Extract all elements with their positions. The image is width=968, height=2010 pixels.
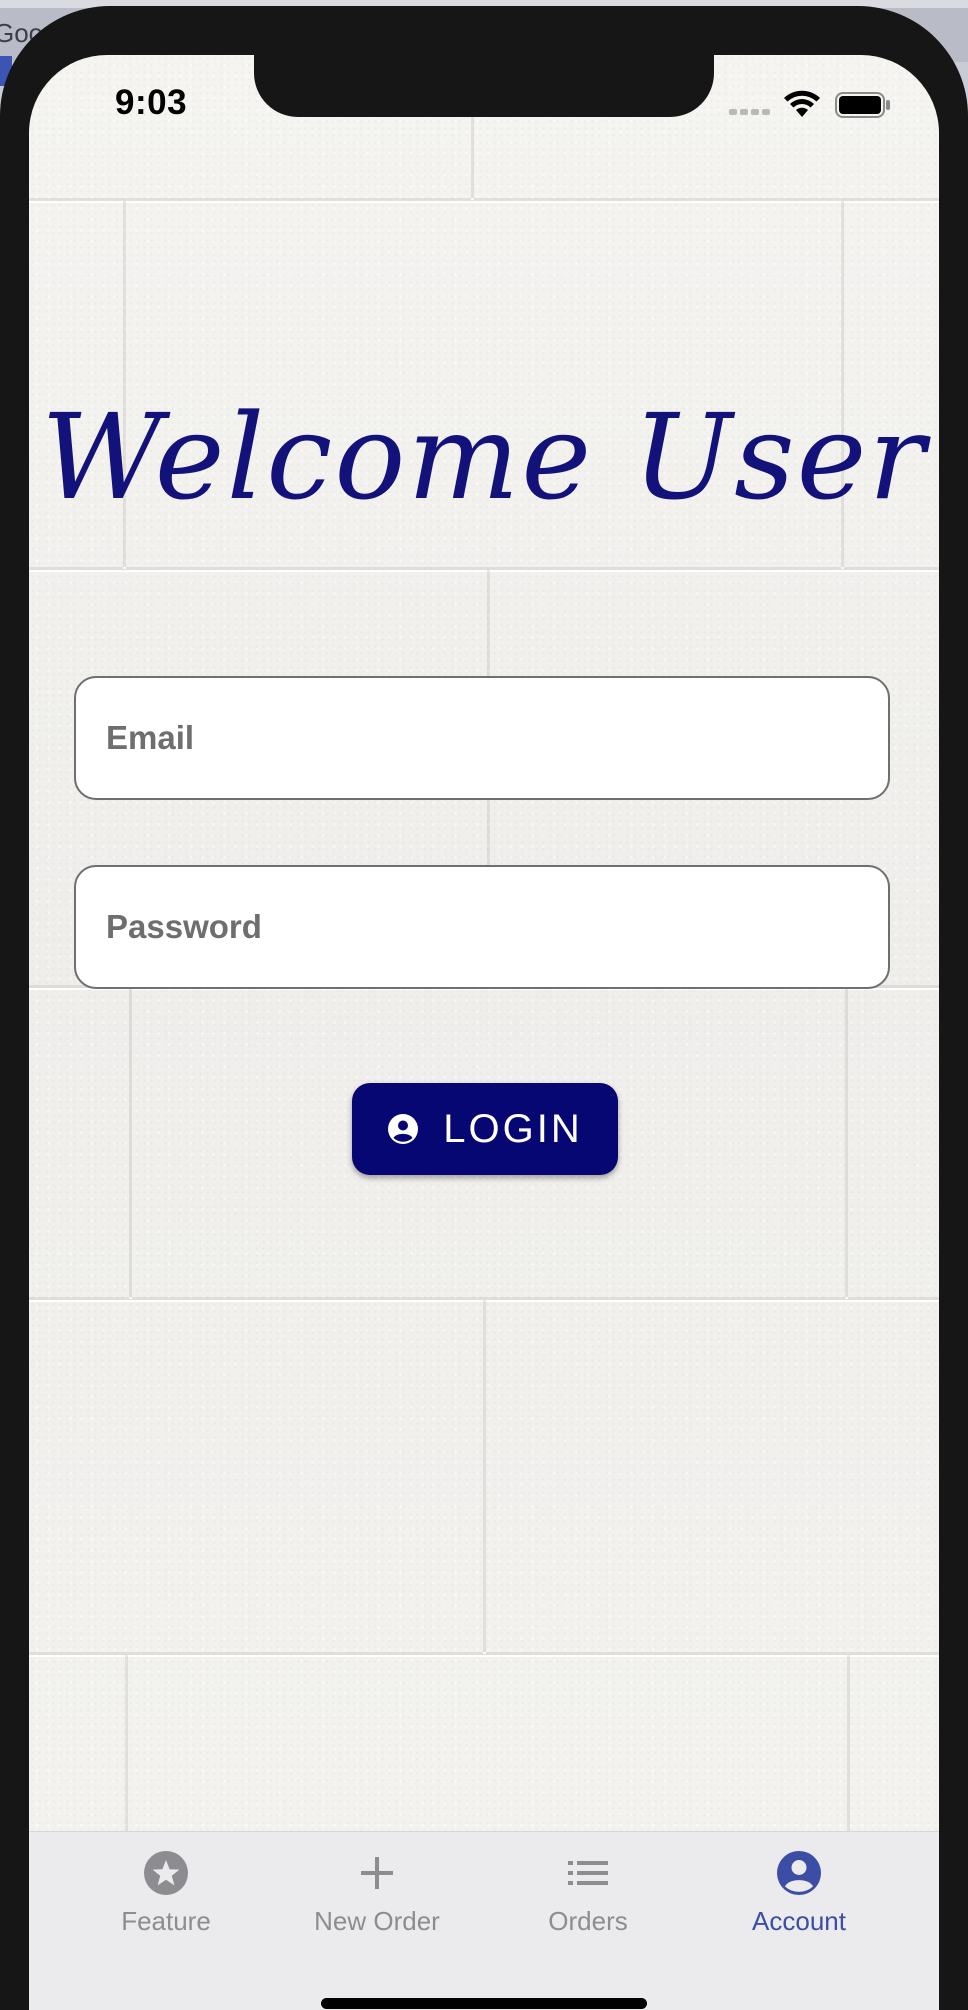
wall-mortar-line bbox=[29, 1652, 939, 1655]
home-indicator bbox=[321, 1998, 647, 2009]
welcome-title: Welcome User bbox=[41, 388, 927, 526]
login-button-label: LOGIN bbox=[443, 1106, 583, 1151]
cellular-signal-icon bbox=[729, 109, 770, 115]
account-circle-icon bbox=[777, 1851, 821, 1895]
tab-new-order-label: New Order bbox=[314, 1906, 440, 1936]
wall-mortar-line bbox=[483, 1300, 486, 1652]
wall-mortar-line bbox=[29, 567, 939, 570]
battery-icon bbox=[835, 92, 890, 118]
wifi-icon bbox=[784, 90, 820, 117]
wall-mortar-line bbox=[847, 1655, 850, 1831]
app-screen: 9:03 Welcome User Email LOGIN Feature Ne… bbox=[29, 55, 939, 2010]
wall-mortar-line bbox=[845, 988, 848, 1297]
tab-orders[interactable]: Orders bbox=[488, 1850, 688, 1950]
device-frame: 9:03 Welcome User Email LOGIN Feature Ne… bbox=[0, 6, 968, 2010]
login-button[interactable]: LOGIN bbox=[352, 1083, 618, 1175]
account-circle-icon bbox=[388, 1114, 419, 1144]
tab-feature-label: Feature bbox=[121, 1906, 211, 1936]
plus-icon bbox=[361, 1857, 393, 1889]
tab-orders-label: Orders bbox=[548, 1906, 628, 1936]
wall-mortar-line bbox=[129, 988, 132, 1297]
tab-new-order[interactable]: New Order bbox=[277, 1850, 477, 1950]
device-notch bbox=[254, 55, 714, 117]
password-field[interactable] bbox=[74, 865, 890, 989]
tab-account-label: Account bbox=[752, 1906, 846, 1936]
tab-feature[interactable]: Feature bbox=[66, 1850, 266, 1950]
wall-mortar-line bbox=[29, 198, 939, 201]
email-field[interactable] bbox=[74, 676, 890, 800]
wall-mortar-line bbox=[125, 1655, 128, 1831]
tab-account[interactable]: Account bbox=[699, 1850, 899, 1950]
page: Goog 9:03 Welcome User Email LOGIN Featu… bbox=[0, 0, 968, 2010]
status-time: 9:03 bbox=[115, 83, 188, 122]
star-circle-icon bbox=[144, 1851, 188, 1895]
tab-bar: Feature New Order Orders Account bbox=[29, 1831, 939, 2010]
list-icon bbox=[568, 1861, 608, 1885]
